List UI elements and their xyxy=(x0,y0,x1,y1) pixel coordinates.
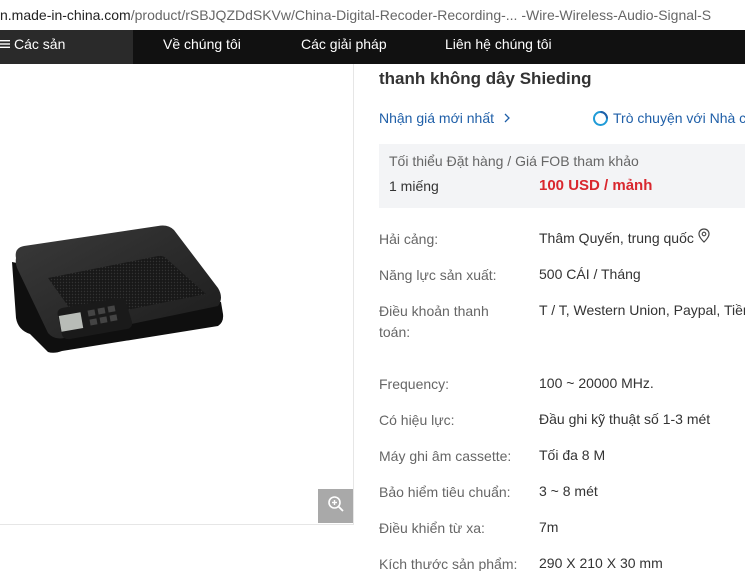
product-image[interactable] xyxy=(8,218,228,363)
url-host: n.made-in-china.com xyxy=(0,7,131,23)
spec-value-effective: Đầu ghi kỹ thuật số 1-3 mét xyxy=(539,411,711,427)
chat-label: Trò chuyện với Nhà c xyxy=(613,110,745,126)
fob-price: 100 USD / mảnh xyxy=(539,177,653,194)
spec-value-dimensions: 290 X 210 X 30 mm xyxy=(539,555,663,571)
gallery-divider xyxy=(0,524,354,525)
spec-label-dimensions: Kích thước sản phẩm: xyxy=(379,556,518,571)
spec-label-port: Hải cảng: xyxy=(379,231,439,247)
spec-label-effective: Có hiệu lực: xyxy=(379,412,455,428)
url-path: /product/rSBJQZDdSKVw/China-Digital-Reco… xyxy=(130,7,712,23)
latest-price-link[interactable]: Nhận giá mới nhất xyxy=(379,110,512,126)
price-box-header: Tối thiểu Đặt hàng / Giá FOB tham khảo xyxy=(389,153,639,169)
gallery-actions-partial xyxy=(20,563,220,571)
zoom-in-icon xyxy=(327,495,345,518)
product-title: thanh không dây Shieding xyxy=(379,69,592,88)
nav-solutions[interactable]: Các giải pháp xyxy=(301,30,387,64)
top-nav: Các sản phẩm Về chúng tôi Các giải pháp … xyxy=(0,30,745,80)
spec-label-frequency: Frequency: xyxy=(379,376,450,392)
spec-value-capacity: 500 CÁI / Tháng xyxy=(539,266,641,282)
spec-label-payment: Điều khoản thanh toán: xyxy=(379,303,489,340)
chat-supplier-link[interactable]: Trò chuyện với Nhà c xyxy=(593,110,745,126)
product-info: thanh không dây Shieding Nhận giá mới nh… xyxy=(379,64,745,571)
min-order-quantity: 1 miếng xyxy=(389,178,439,194)
menu-icon xyxy=(0,30,10,58)
spec-value-port: Thâm Quyến, trung quốc xyxy=(539,228,710,249)
latest-price-label: Nhận giá mới nhất xyxy=(379,110,495,126)
chevron-right-icon xyxy=(498,110,512,126)
location-pin-icon xyxy=(698,228,710,249)
price-box: Tối thiểu Đặt hàng / Giá FOB tham khảo 1… xyxy=(379,144,745,208)
nav-contact[interactable]: Liên hệ chúng tôi xyxy=(445,30,552,64)
spec-value-coverage: 3 ~ 8 mét xyxy=(539,483,598,499)
spec-label-coverage: Bảo hiểm tiêu chuẩn: xyxy=(379,484,511,500)
nav-products[interactable]: Các sản phẩm xyxy=(0,30,133,80)
nav-about[interactable]: Về chúng tôi xyxy=(163,30,241,64)
spec-value-remote: 7m xyxy=(539,519,559,535)
spec-label-recorder: Máy ghi âm cassette: xyxy=(379,448,512,464)
chat-icon xyxy=(593,110,608,126)
spec-value-payment: T / T, Western Union, Paypal, Tiền xyxy=(539,302,745,318)
address-bar[interactable]: n.made-in-china.com/product/rSBJQZDdSKVw… xyxy=(0,0,745,30)
spec-value-frequency: 100 ~ 20000 MHz. xyxy=(539,375,654,391)
spec-value-recorder: Tối đa 8 M xyxy=(539,447,606,463)
zoom-button[interactable] xyxy=(318,489,353,523)
spec-label-remote: Điều khiển từ xa: xyxy=(379,520,485,536)
spec-value-port-text: Thâm Quyến, trung quốc xyxy=(539,230,694,246)
spec-label-capacity: Năng lực sản xuất: xyxy=(379,267,497,283)
